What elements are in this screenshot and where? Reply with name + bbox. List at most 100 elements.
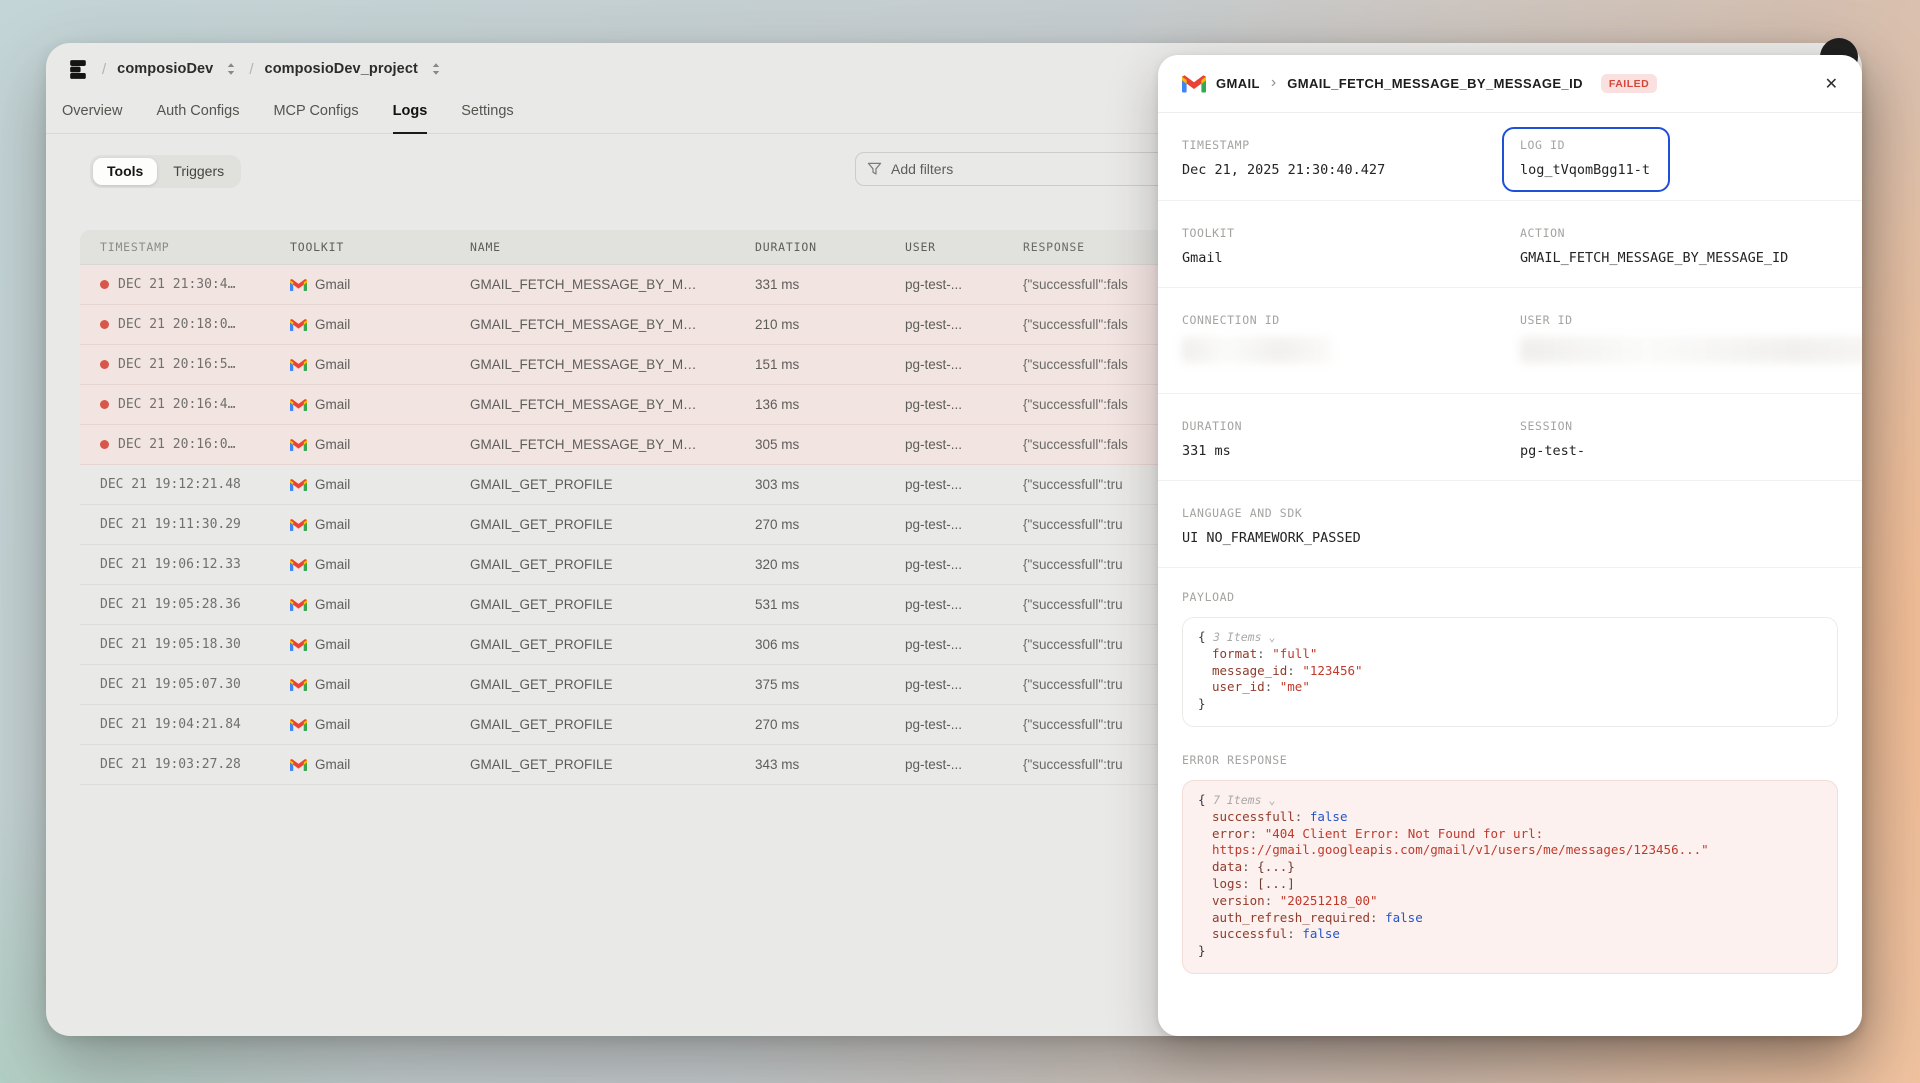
row-name: GMAIL_GET_PROFILE [470,477,755,492]
json-token: : [1295,809,1310,824]
toggle-triggers[interactable]: Triggers [159,158,238,185]
close-icon[interactable]: ✕ [1825,74,1838,94]
redacted-value [1520,337,1862,363]
row-toolkit: Gmail [315,397,350,412]
row-user: pg-test-... [905,637,1023,652]
json-token: : [1257,646,1272,661]
json-token: https://gmail.googleapis.com/gmail/v1/us… [1212,842,1709,857]
breadcrumb-org[interactable]: composioDev [117,61,213,77]
panel-toolkit[interactable]: GMAIL [1216,76,1260,91]
row-duration: 270 ms [755,717,905,732]
field-value: Dec 21, 2025 21:30:40.427 [1182,162,1520,178]
gmail-icon [290,718,307,732]
json-token: "me" [1280,679,1310,694]
json-token: : [1370,910,1385,925]
row-user: pg-test-... [905,437,1023,452]
field-row: CONNECTION ID USER ID [1158,288,1862,394]
field-row: DURATION 331 ms SESSION pg-test- [1158,394,1862,481]
gmail-icon [290,398,307,412]
row-user: pg-test-... [905,357,1023,372]
row-duration: 303 ms [755,477,905,492]
gmail-icon [290,678,307,692]
error-response-json-viewer[interactable]: { 7 Items ⌄successfull: falseerror: "404… [1182,780,1838,974]
row-user: pg-test-... [905,717,1023,732]
row-name: GMAIL_GET_PROFILE [470,637,755,652]
gmail-icon [290,278,307,292]
json-token: successfull [1212,809,1295,824]
json-token: logs [1212,876,1242,891]
row-timestamp: DEC 21 19:06:12.33 [100,557,241,572]
col-user[interactable]: USER [905,240,1023,254]
status-badge: FAILED [1601,74,1657,93]
col-toolkit[interactable]: TOOLKIT [290,240,470,254]
col-name[interactable]: NAME [470,240,755,254]
row-toolkit: Gmail [315,557,350,572]
row-toolkit: Gmail [315,637,350,652]
col-duration[interactable]: DURATION [755,240,905,254]
row-user: pg-test-... [905,757,1023,772]
json-line: } [1198,696,1822,713]
json-token: [...] [1257,876,1295,891]
field-duration: DURATION 331 ms [1182,419,1520,459]
row-toolkit: Gmail [315,477,350,492]
row-user: pg-test-... [905,517,1023,532]
org-selector-icon[interactable] [226,62,236,76]
failed-status-dot-icon [100,320,109,329]
row-duration: 375 ms [755,677,905,692]
json-line: } [1198,943,1822,960]
tab-mcp-configs[interactable]: MCP Configs [273,103,358,134]
json-token: } [1198,943,1206,958]
field-label: TIMESTAMP [1182,138,1520,152]
row-name: GMAIL_GET_PROFILE [470,677,755,692]
row-name: GMAIL_GET_PROFILE [470,717,755,732]
failed-status-dot-icon [100,440,109,449]
gmail-icon [290,518,307,532]
field-log-id: LOG ID log_tVqomBgg11-t [1520,138,1838,179]
breadcrumb-separator: / [102,61,106,78]
row-user: pg-test-... [905,557,1023,572]
row-user: pg-test-... [905,477,1023,492]
tab-overview[interactable]: Overview [62,103,122,134]
json-token: version [1212,893,1265,908]
breadcrumb-project[interactable]: composioDev_project [265,61,418,77]
row-name: GMAIL_FETCH_MESSAGE_BY_M… [470,277,755,292]
field-label: SESSION [1520,419,1838,433]
row-timestamp: DEC 21 20:16:5… [118,357,235,372]
row-toolkit: Gmail [315,437,350,452]
tab-settings[interactable]: Settings [461,103,513,134]
panel-action-title: GMAIL_FETCH_MESSAGE_BY_MESSAGE_ID [1287,76,1583,91]
gmail-icon [290,318,307,332]
gmail-icon [290,358,307,372]
field-timestamp: TIMESTAMP Dec 21, 2025 21:30:40.427 [1182,138,1520,179]
failed-status-dot-icon [100,360,109,369]
json-line: error: "404 Client Error: Not Found for … [1198,826,1822,843]
tab-logs[interactable]: Logs [393,103,428,134]
col-timestamp[interactable]: TIMESTAMP [80,240,290,254]
tab-auth-configs[interactable]: Auth Configs [156,103,239,134]
log-id-highlight-ring[interactable]: LOG ID log_tVqomBgg11-t [1502,127,1670,192]
row-timestamp: DEC 21 19:04:21.84 [100,717,241,732]
project-selector-icon[interactable] [431,62,441,76]
row-name: GMAIL_GET_PROFILE [470,597,755,612]
json-token: { [1198,792,1213,807]
row-duration: 270 ms [755,517,905,532]
payload-json-viewer[interactable]: { 3 Items ⌄format: "full"message_id: "12… [1182,617,1838,727]
field-user-id: USER ID [1520,313,1862,363]
row-duration: 331 ms [755,277,905,292]
json-line: logs: [...] [1198,876,1822,893]
log-detail-panel: GMAIL › GMAIL_FETCH_MESSAGE_BY_MESSAGE_I… [1158,55,1862,1036]
json-line: data: {...} [1198,859,1822,876]
error-response-label: ERROR RESPONSE [1182,753,1838,767]
add-filters-button[interactable]: Add filters [855,152,1167,186]
row-duration: 151 ms [755,357,905,372]
row-duration: 136 ms [755,397,905,412]
toggle-tools[interactable]: Tools [93,158,157,185]
json-token: : [1250,826,1265,841]
row-duration: 320 ms [755,557,905,572]
tools-triggers-toggle: Tools Triggers [90,155,241,188]
field-label: CONNECTION ID [1182,313,1520,327]
field-row: LANGUAGE AND SDK UI NO_FRAMEWORK_PASSED [1158,481,1862,568]
row-timestamp: DEC 21 20:18:0… [118,317,235,332]
add-filters-label: Add filters [891,161,953,177]
gmail-icon [290,758,307,772]
